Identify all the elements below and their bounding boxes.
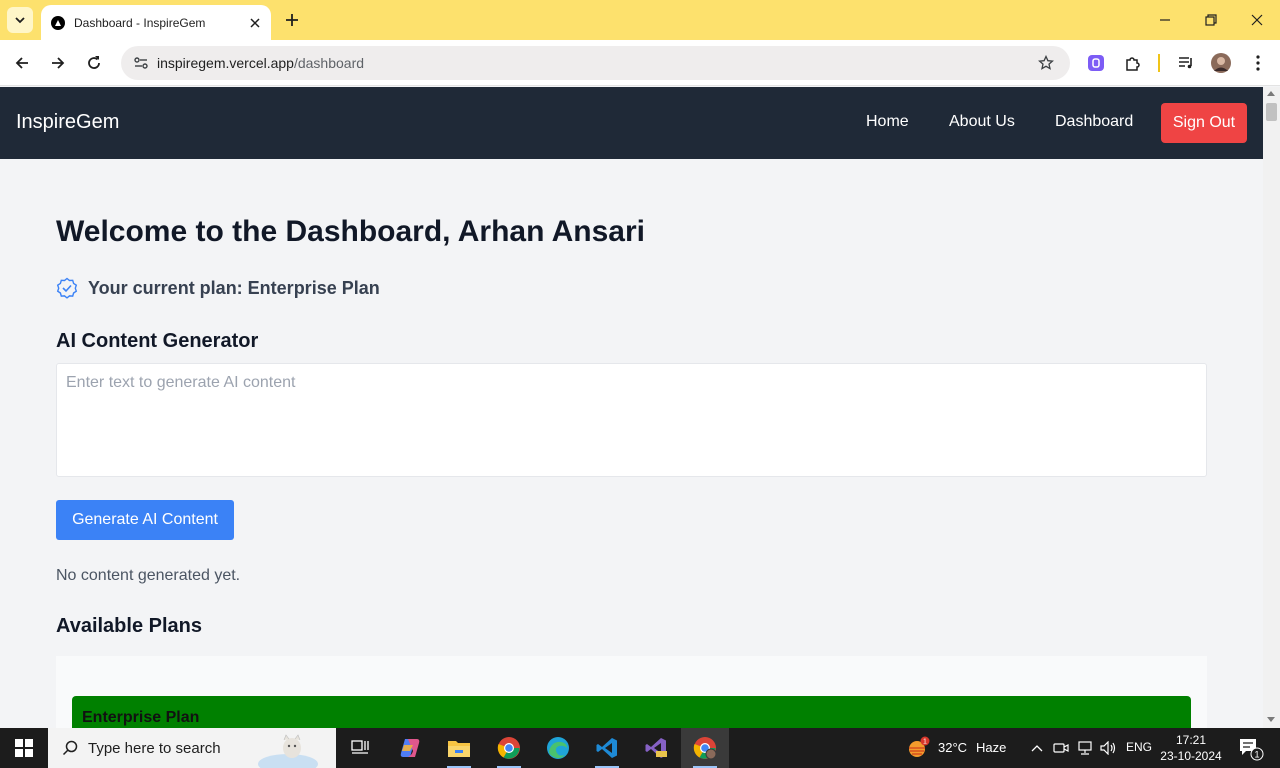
media-control-icon[interactable]: [1175, 52, 1197, 74]
url-host: inspiregem.vercel.app: [157, 55, 294, 71]
language-indicator[interactable]: ENG: [1126, 740, 1152, 754]
app-navbar: InspireGem Home About Us Dashboard Sign …: [0, 87, 1263, 159]
restore-icon[interactable]: [1199, 8, 1223, 32]
current-plan-text: Your current plan: Enterprise Plan: [88, 277, 380, 298]
copilot-extension-icon[interactable]: [1085, 52, 1107, 74]
back-arrow-icon[interactable]: [10, 51, 34, 75]
notification-count: 1: [1254, 750, 1259, 760]
current-plan-row: Your current plan: Enterprise Plan: [56, 277, 380, 299]
windows-start-icon[interactable]: [0, 728, 48, 768]
visual-studio-app-icon[interactable]: [632, 728, 680, 768]
nav-link-home[interactable]: Home: [866, 113, 909, 131]
page-viewport: InspireGem Home About Us Dashboard Sign …: [0, 87, 1263, 728]
network-icon[interactable]: [1075, 738, 1095, 758]
site-settings-icon[interactable]: [131, 53, 151, 73]
edge-app-icon[interactable]: [534, 728, 582, 768]
new-tab-plus-icon[interactable]: [282, 10, 302, 30]
url-text: inspiregem.vercel.app/dashboard: [157, 55, 1036, 71]
search-highlight-leopard-icon: [258, 734, 318, 768]
search-icon: [60, 738, 80, 758]
browser-menu-kebab-icon[interactable]: [1247, 52, 1269, 74]
plan-card-enterprise[interactable]: Enterprise Plan: [72, 696, 1191, 728]
browser-tab-active[interactable]: Dashboard - InspireGem: [41, 5, 271, 40]
weather-desc[interactable]: Haze: [976, 740, 1006, 755]
scroll-up-arrow-icon[interactable]: [1267, 91, 1275, 96]
welcome-heading: Welcome to the Dashboard, Arhan Ansari: [56, 215, 645, 248]
url-path: /dashboard: [293, 55, 365, 71]
file-explorer-icon[interactable]: [435, 728, 483, 768]
profile-avatar-icon[interactable]: [1210, 52, 1232, 74]
generation-status-text: No content generated yet.: [56, 567, 241, 584]
close-window-icon[interactable]: [1245, 8, 1269, 32]
taskbar-clock[interactable]: 17:21 23-10-2024: [1156, 732, 1226, 764]
scroll-thumb[interactable]: [1266, 103, 1277, 121]
toolbar-divider: [1158, 54, 1160, 72]
brand-logo-text[interactable]: InspireGem: [16, 111, 119, 134]
minimize-icon[interactable]: [1153, 8, 1177, 32]
browser-tabstrip: Dashboard - InspireGem: [0, 0, 1280, 40]
windows-taskbar: Type here to search 1 32°C Haze ENG 17:2…: [0, 728, 1280, 768]
close-icon[interactable]: [247, 15, 263, 31]
extensions-puzzle-icon[interactable]: [1122, 52, 1144, 74]
notification-center-icon[interactable]: 1: [1238, 737, 1264, 761]
chevron-up-icon[interactable]: [1027, 738, 1047, 758]
scroll-down-arrow-icon[interactable]: [1267, 717, 1275, 722]
triangle-favicon-icon: [51, 15, 65, 30]
copilot-app-icon[interactable]: [386, 728, 434, 768]
bookmark-star-icon[interactable]: [1036, 53, 1056, 73]
plan-card-title: Enterprise Plan: [82, 709, 200, 726]
chrome-profile-app-icon[interactable]: [681, 728, 729, 768]
prompt-textarea[interactable]: [56, 363, 1207, 477]
weather-temp[interactable]: 32°C: [938, 740, 967, 755]
ai-generator-heading: AI Content Generator: [56, 330, 259, 352]
plans-container: Enterprise Plan: [56, 656, 1207, 728]
available-plans-heading: Available Plans: [56, 615, 202, 637]
browser-toolbar: inspiregem.vercel.app/dashboard: [0, 40, 1280, 86]
clock-time: 17:21: [1175, 733, 1207, 747]
tab-search-button[interactable]: [7, 7, 33, 33]
weather-badge-count: 1: [923, 739, 927, 746]
sign-out-button[interactable]: Sign Out: [1161, 103, 1247, 143]
meet-now-icon[interactable]: [1051, 738, 1071, 758]
search-placeholder-text: Type here to search: [88, 739, 221, 757]
task-view-icon[interactable]: [336, 728, 384, 768]
chevron-down-icon: [15, 17, 25, 24]
forward-arrow-icon[interactable]: [46, 51, 70, 75]
tab-title: Dashboard - InspireGem: [74, 15, 206, 30]
vscode-app-icon[interactable]: [583, 728, 631, 768]
taskbar-search-box[interactable]: Type here to search: [48, 728, 336, 768]
nav-link-dashboard[interactable]: Dashboard: [1055, 113, 1133, 131]
clock-date: 23-10-2024: [1160, 749, 1222, 763]
nav-link-about-us[interactable]: About Us: [949, 113, 1015, 131]
address-bar[interactable]: inspiregem.vercel.app/dashboard: [121, 46, 1070, 80]
weather-sun-icon[interactable]: 1: [906, 736, 930, 760]
generate-ai-content-button[interactable]: Generate AI Content: [56, 500, 234, 540]
reload-icon[interactable]: [82, 51, 106, 75]
page-scrollbar[interactable]: [1263, 87, 1280, 728]
verified-badge-icon: [56, 277, 78, 299]
chrome-app-icon[interactable]: [485, 728, 533, 768]
volume-icon[interactable]: [1098, 738, 1118, 758]
